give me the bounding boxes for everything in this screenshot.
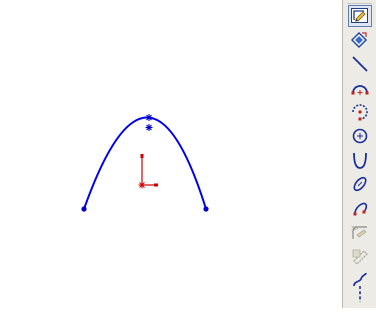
toolbar-grip[interactable] <box>347 0 372 4</box>
ellipse-icon <box>353 176 367 192</box>
parabola-focus-marker[interactable] <box>145 124 153 131</box>
ellipse-button[interactable] <box>348 173 372 195</box>
line-button[interactable] <box>348 53 372 75</box>
partial-ellipse-button[interactable] <box>348 197 372 219</box>
svg-text:3D: 3D <box>351 226 358 232</box>
tangent-arc-icon <box>352 104 368 121</box>
parabola-button[interactable] <box>348 149 372 171</box>
centerline-button[interactable] <box>348 284 372 304</box>
convert-entities-icon <box>352 249 368 265</box>
parabola-icon <box>353 152 367 169</box>
parabola-curve[interactable] <box>83 116 207 210</box>
circle-button[interactable] <box>348 125 372 147</box>
sketch-fillet-button: 3D <box>348 221 372 243</box>
sketch-canvas[interactable] <box>0 0 342 308</box>
circle-icon <box>352 128 368 144</box>
convert-entities-button <box>348 245 372 267</box>
parabola-end-point[interactable] <box>203 206 209 212</box>
sketch-fillet-icon: 3D <box>351 226 367 239</box>
centerline-icon <box>359 286 361 302</box>
sketch-graphics <box>81 114 209 212</box>
centerpoint-arc-button[interactable] <box>348 77 372 99</box>
smart-dimension-icon <box>351 32 367 48</box>
smart-dimension-button[interactable] <box>348 29 372 51</box>
edit-sketch-icon <box>351 8 368 23</box>
tangent-arc-button[interactable] <box>348 101 372 123</box>
parabola-start-point[interactable] <box>81 206 87 212</box>
line-icon <box>352 56 368 72</box>
parabola-vertex-marker[interactable] <box>145 114 153 121</box>
centerpoint-arc-icon <box>351 85 369 95</box>
sketch-origin-icon <box>138 154 158 189</box>
edit-sketch-button[interactable] <box>348 5 372 27</box>
sketch-toolbar: 3D <box>342 0 376 308</box>
partial-ellipse-icon <box>353 202 368 216</box>
